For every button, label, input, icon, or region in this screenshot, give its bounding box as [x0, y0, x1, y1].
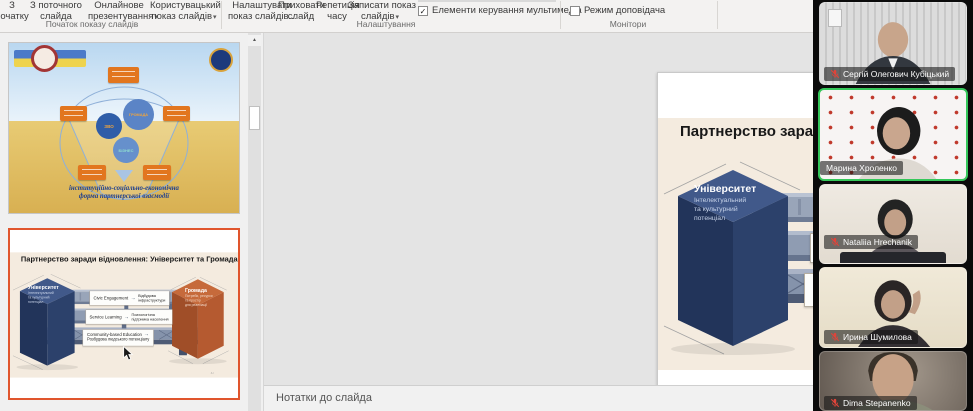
laptop-decor	[840, 252, 945, 263]
notes-placeholder: Нотатки до слайда	[276, 392, 372, 404]
participant-name-chip: Марина Хроленко	[820, 161, 903, 175]
video-tile-stepanenko[interactable]: Dima Stepanenko	[819, 351, 967, 411]
ribbon-separator	[221, 1, 222, 29]
link-box-community-education: Community-based Education → Розбудова лю…	[83, 329, 154, 346]
video-tile-khrolenko-active[interactable]: Марина Хроленко	[818, 88, 968, 181]
video-tile-shumilova[interactable]: Ирина Шумилова	[819, 267, 967, 348]
notes-panel[interactable]: Нотатки до слайда	[264, 385, 813, 411]
orange-node-bottom-right	[143, 165, 171, 180]
checkbox-unchecked	[570, 6, 580, 16]
video-conference-panel: Сергій Олегович Кубіцький Марина Хроленк…	[813, 0, 973, 411]
group-label-monitors: Монітори	[610, 19, 647, 29]
orange-node-right	[163, 106, 190, 121]
down-arrow-graphic	[115, 170, 133, 182]
participant-name-chip: Сергій Олегович Кубіцький	[824, 67, 955, 81]
circle-zvo: ЗВО	[96, 113, 122, 139]
slide-thumbnail-panel: ЗВО ГРОМАДА БІЗНЕС інституційно-соціальн…	[0, 33, 264, 411]
group-label-setup: Налаштування	[357, 19, 416, 29]
video-tile-kubitskyi[interactable]: Сергій Олегович Кубіцький	[819, 2, 967, 85]
orange-node-top	[108, 67, 139, 83]
scrollbar-thumb[interactable]	[249, 106, 260, 130]
video-tile-hrechanik[interactable]: Nataliia Hrechanik	[819, 184, 967, 264]
arrow-icon: →	[131, 295, 136, 300]
app-window: З початку З поточного слайда Онлайнове п…	[0, 0, 973, 411]
thumb1-caption: інституційно-соціально-економічна форма …	[9, 185, 239, 202]
custom-slideshow-button[interactable]: Користувацький показ слайдів▾	[150, 0, 218, 23]
slide-editing-area: Партнерство заради відновлення: Універси…	[264, 33, 813, 411]
mouse-cursor-icon	[122, 346, 134, 361]
muted-mic-icon	[830, 398, 840, 408]
ai-watermark: AI	[211, 372, 214, 375]
participant-name-chip: Dima Stepanenko	[824, 396, 917, 410]
participant-name-chip: Nataliia Hrechanik	[824, 235, 918, 249]
muted-mic-icon	[830, 332, 840, 342]
muted-mic-icon	[830, 69, 840, 79]
ribbon-separator	[560, 1, 561, 29]
arrow-icon: →	[124, 314, 129, 319]
thumbnail-scrollbar[interactable]: ▲	[248, 33, 261, 411]
link-box-civic-engagement: Civic Engagement → Відбудоваінфраструкту…	[90, 291, 170, 306]
presenter-view-checkbox[interactable]: Режим доповідача	[570, 5, 665, 16]
slide-canvas[interactable]: Партнерство заради відновлення: Універси…	[10, 230, 238, 398]
orange-node-bottom-left	[78, 165, 106, 180]
group-label-start: Початок показу слайдів	[46, 19, 139, 29]
ribbon-separator	[717, 1, 718, 29]
slide-thumbnail-2-selected[interactable]: Партнерство заради відновлення: Універси…	[8, 228, 240, 400]
slide-title[interactable]: Партнерство заради відновлення: Універси…	[21, 255, 238, 263]
link-box-service-learning: Service Learning → Психологічнапідтримка…	[86, 310, 173, 325]
muted-mic-icon	[830, 237, 840, 247]
circle-hromada: ГРОМАДА	[123, 99, 154, 130]
orange-node-left	[60, 106, 87, 121]
circle-biznes: БІЗНЕС	[113, 137, 139, 163]
media-controls-checkbox[interactable]: ✓ Елементи керування мультимедіа	[418, 5, 582, 16]
thumb2-slide-preview: Партнерство заради відновлення: Універси…	[10, 230, 238, 398]
clipped-checkbox-row	[418, 0, 556, 2]
scrollbar-up-arrow[interactable]: ▲	[248, 35, 261, 46]
slide-thumbnail-1[interactable]: ЗВО ГРОМАДА БІЗНЕС інституційно-соціальн…	[8, 42, 240, 214]
dropdown-caret-icon: ▾	[213, 14, 217, 21]
participant-name-chip: Ирина Шумилова	[824, 330, 918, 344]
checkbox-checked: ✓	[418, 6, 428, 16]
ribbon-slideshow-tab: З початку З поточного слайда Онлайнове п…	[0, 0, 813, 33]
university-pillar-label: Університет Інтелектуальний та культурни…	[28, 285, 74, 305]
university-pillar-label: Університет Інтелектуальний та культурни…	[694, 183, 786, 223]
community-pillar-label: Громада Потреби, ресурси та простір для …	[185, 288, 223, 308]
